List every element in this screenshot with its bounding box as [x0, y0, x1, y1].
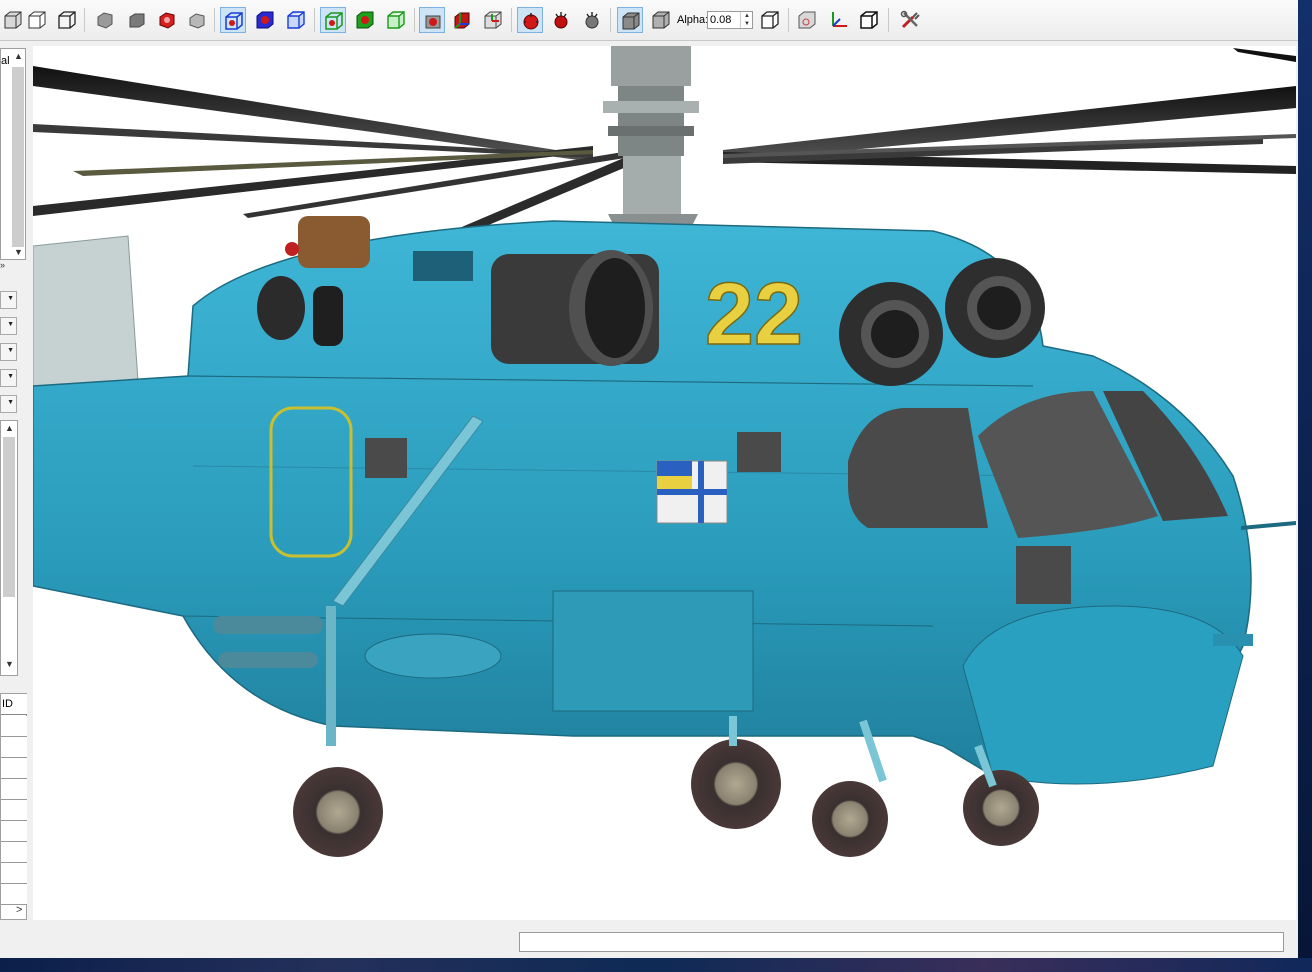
blue-box-icon[interactable] — [283, 7, 309, 33]
property-scroll[interactable]: ▲ ▼ — [0, 420, 18, 676]
shade-gray-icon[interactable] — [92, 7, 118, 33]
naval-flag — [656, 460, 728, 524]
view-solid-icon[interactable] — [0, 7, 26, 33]
green-box-icon[interactable] — [383, 7, 409, 33]
cube-outline-icon[interactable] — [856, 7, 882, 33]
object-list[interactable]: al ▲ ▼ — [0, 48, 26, 260]
helicopter-model[interactable]: 22 — [33, 46, 1296, 920]
dropdown-2[interactable]: ▼ — [0, 317, 17, 335]
toolbar-separator — [414, 8, 415, 32]
status-bar — [0, 924, 1298, 958]
status-field — [519, 932, 1284, 952]
red-light-icon[interactable] — [517, 7, 543, 33]
toolbar-separator — [214, 8, 215, 32]
scroll-right-icon[interactable]: > — [16, 904, 22, 916]
green-wire-icon[interactable] — [320, 7, 346, 33]
table-row[interactable] — [1, 716, 27, 737]
property-scrollbar[interactable] — [3, 437, 15, 597]
id-grid[interactable]: ID > — [0, 693, 27, 920]
alpha-label: Alpha: — [677, 14, 709, 26]
desktop-background — [1298, 0, 1312, 958]
tools-icon[interactable] — [897, 7, 923, 33]
object-list-item[interactable]: al — [1, 55, 10, 67]
rgb-cube-icon[interactable] — [449, 7, 475, 33]
pitot-probe — [1241, 521, 1296, 530]
dropdown-1[interactable]: ▼ — [0, 291, 17, 309]
toolbar-separator — [84, 8, 85, 32]
red-light-drop-icon[interactable] — [548, 7, 574, 33]
dropdown-3[interactable]: ▼ — [0, 343, 17, 361]
chevron-down-icon: ▼ — [7, 347, 14, 354]
top-tank — [298, 216, 370, 268]
grid-header-id: ID — [2, 698, 13, 710]
chevron-down-icon: ▼ — [7, 373, 14, 380]
dropdown-5[interactable]: ▼ — [0, 395, 17, 413]
red-target-icon[interactable] — [419, 7, 445, 33]
toolbar-separator — [788, 8, 789, 32]
scroll-down-icon[interactable]: ▼ — [14, 247, 23, 257]
box-outline-icon[interactable] — [757, 7, 783, 33]
desktop-background-bottom — [0, 958, 1312, 972]
rotor-mast — [603, 46, 699, 224]
shade-flat-icon[interactable] — [124, 7, 150, 33]
rgb-box-icon[interactable] — [480, 7, 506, 33]
toolbar-separator — [314, 8, 315, 32]
scroll-up-icon[interactable]: ▲ — [5, 423, 14, 433]
toolbar-separator — [888, 8, 889, 32]
blue-solid-icon[interactable] — [252, 7, 278, 33]
toolbar-separator — [610, 8, 611, 32]
spin-up-icon[interactable]: ▲ — [741, 12, 753, 20]
chevron-down-icon: ▼ — [7, 295, 14, 302]
table-row[interactable] — [1, 779, 27, 800]
table-row[interactable] — [1, 737, 27, 758]
shade-cube-icon[interactable] — [184, 7, 210, 33]
blue-wire-icon[interactable] — [220, 7, 246, 33]
list-scrollbar[interactable] — [12, 67, 24, 247]
chevron-down-icon: ▼ — [7, 321, 14, 328]
dropdown-4[interactable]: ▼ — [0, 369, 17, 387]
3d-viewport[interactable]: 22 — [33, 46, 1296, 920]
table-row[interactable] — [1, 800, 27, 821]
wire-box-icon[interactable] — [648, 7, 674, 33]
scroll-up-icon[interactable]: ▲ — [14, 51, 23, 61]
view-box-icon[interactable] — [54, 7, 80, 33]
shade-red-icon[interactable] — [154, 7, 180, 33]
alpha-spinner[interactable]: ▲ ▼ — [740, 12, 753, 28]
nose-fairing — [1213, 634, 1253, 646]
solid-box-icon[interactable] — [617, 7, 643, 33]
scroll-down-icon[interactable]: ▼ — [5, 659, 14, 669]
table-row[interactable] — [1, 821, 27, 842]
green-solid-icon[interactable] — [352, 7, 378, 33]
app-window: Alpha: ▲ ▼ al ▲ ▼ » — [0, 0, 1298, 958]
view-wire-icon[interactable] — [24, 7, 50, 33]
texture-box-icon[interactable] — [794, 7, 820, 33]
tail-fin — [33, 235, 139, 387]
side-number: 22 — [705, 264, 803, 363]
splitter-handle-icon[interactable]: » — [0, 260, 5, 270]
table-row[interactable] — [1, 884, 27, 905]
left-panel: al ▲ ▼ » ▼ ▼ ▼ ▼ ▼ ▲ ▼ ID > — [0, 40, 32, 920]
toolbar: Alpha: ▲ ▼ — [0, 0, 1298, 41]
grid-header: ID — [1, 694, 27, 715]
chevron-down-icon: ▼ — [7, 399, 14, 406]
table-row[interactable] — [1, 863, 27, 884]
gray-light-icon[interactable] — [579, 7, 605, 33]
table-row[interactable] — [1, 842, 27, 863]
axes-icon[interactable] — [825, 7, 851, 33]
spin-down-icon[interactable]: ▼ — [741, 20, 753, 28]
beacon-light — [285, 242, 299, 256]
toolbar-separator — [511, 8, 512, 32]
table-row[interactable] — [1, 758, 27, 779]
